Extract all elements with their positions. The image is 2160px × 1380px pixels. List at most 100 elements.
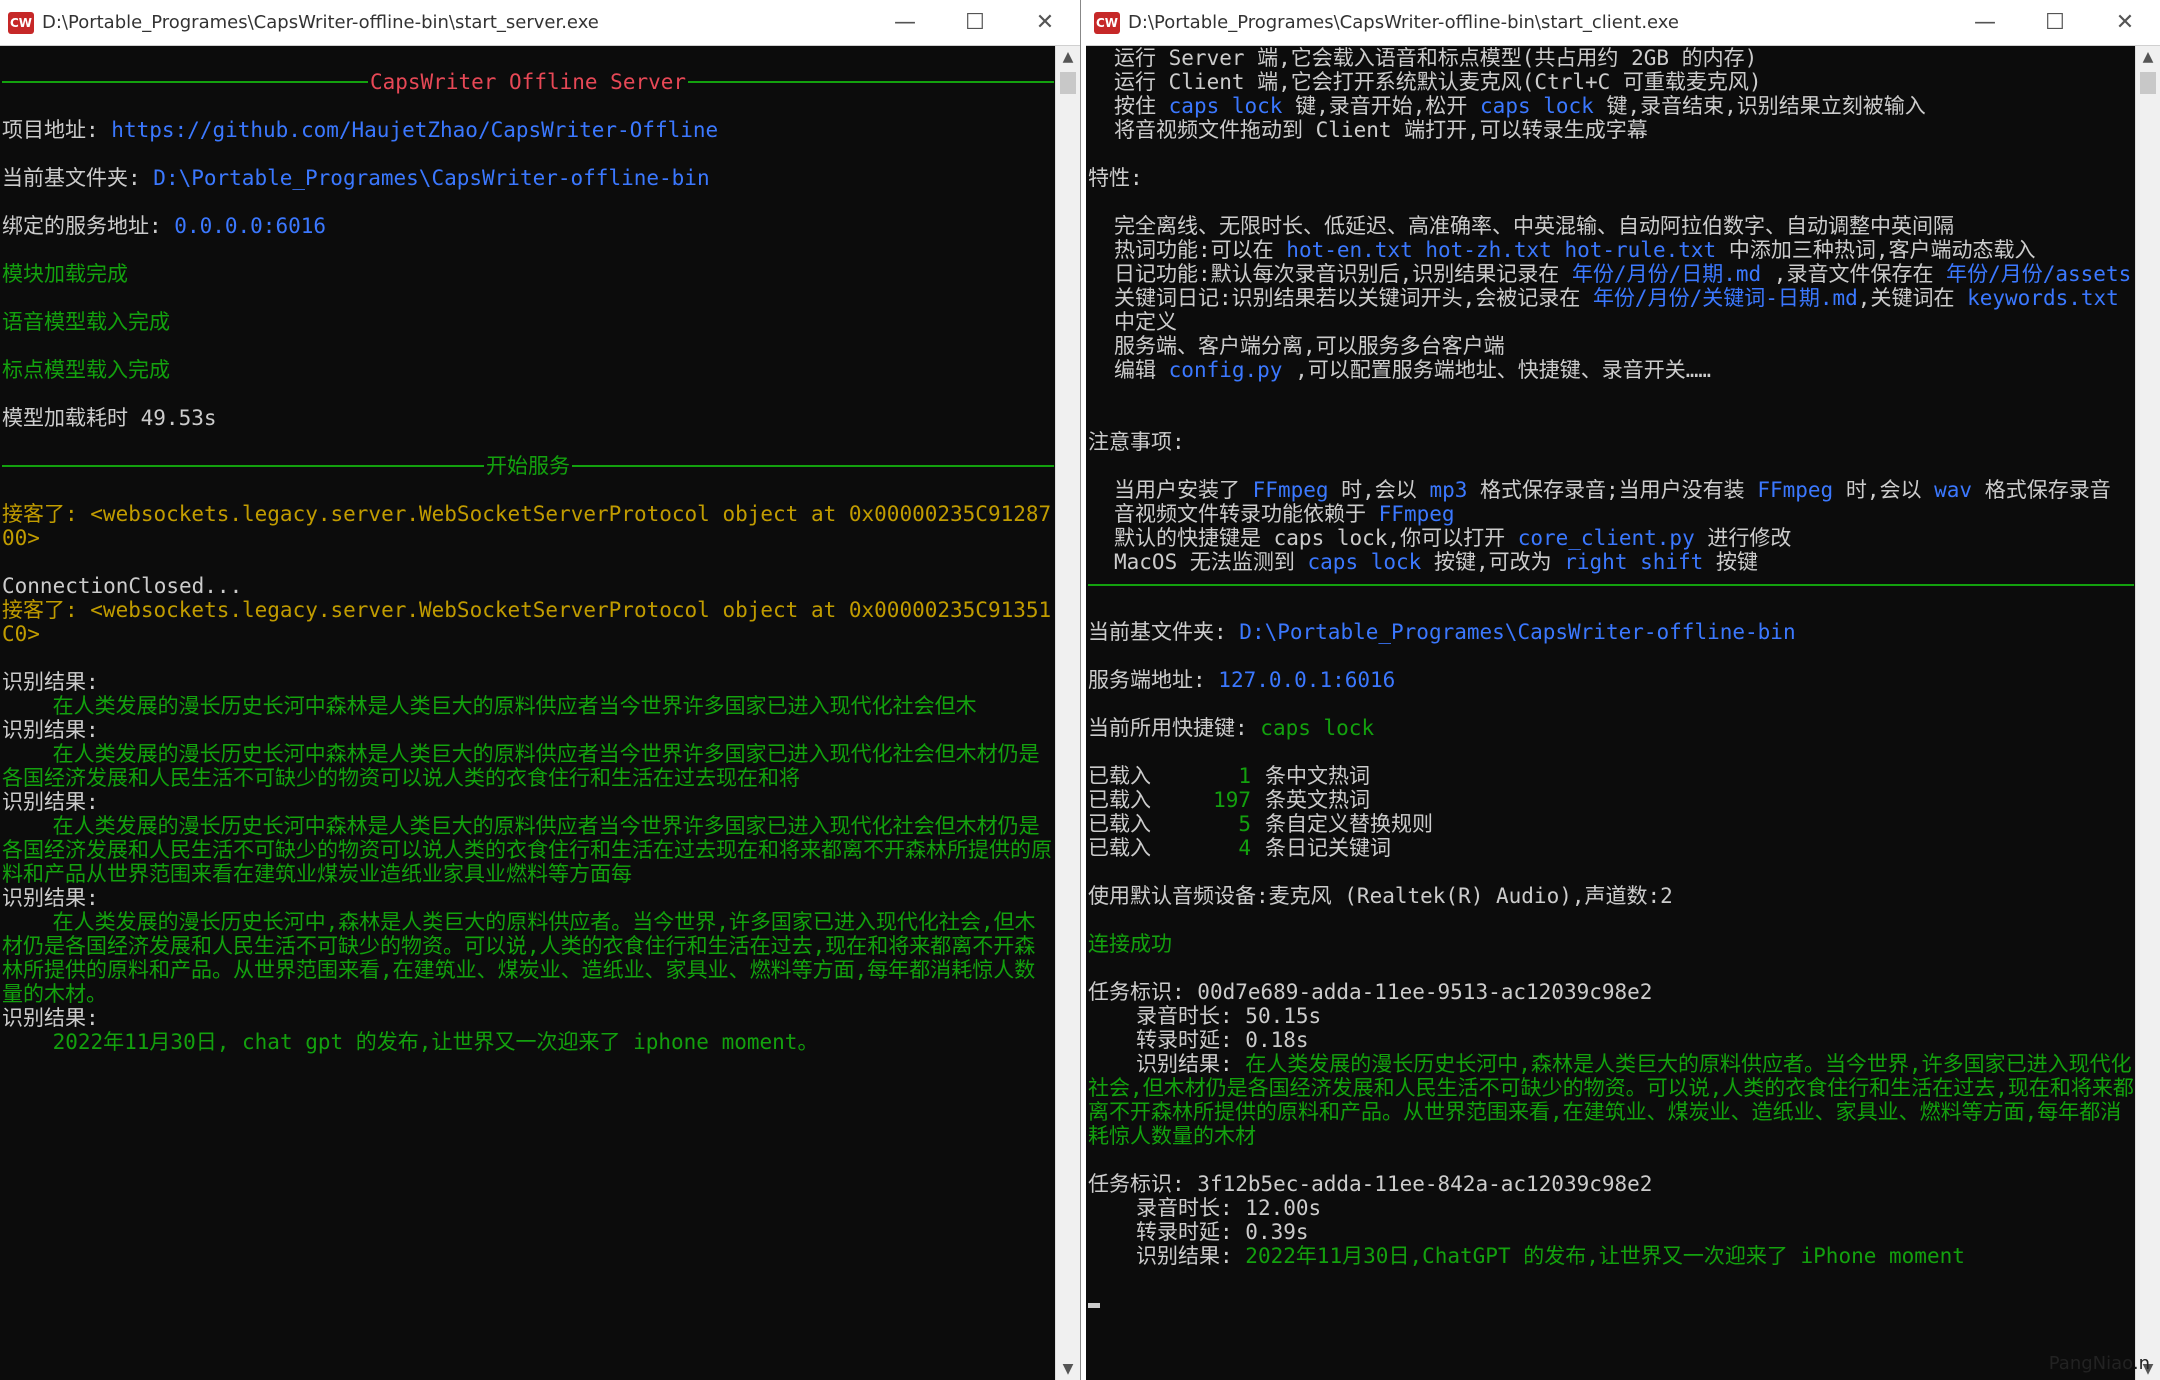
list-number: 3 [1088, 262, 1114, 286]
list-text-segment: wav [1934, 478, 1973, 502]
list-text-segment: 编辑 [1114, 358, 1169, 382]
task-result-label: 识别结果: [1136, 1052, 1246, 1076]
result-label: 识别结果: [2, 670, 99, 694]
features-label: 特性: [1088, 166, 1143, 190]
result-text: 在人类发展的漫长历史长河中,森林是人类巨大的原料供应者。当今世界,许多国家已进入… [2, 910, 1036, 1006]
server-header-divider: CapsWriter Offline Server [2, 70, 1055, 94]
note-item: 2音视频文件转录功能依赖于 FFmpeg [1088, 502, 2134, 526]
loaded-label: 已载入 [1088, 788, 1151, 812]
punc-model-loaded-text: 标点模型载入完成 [2, 358, 170, 382]
task-id-row: 任务标识: 3f12b5ec-adda-11ee-842a-ac12039c98… [1088, 1172, 2134, 1196]
task-result-row: 识别结果: 在人类发展的漫长历史长河中,森林是人类巨大的原料供应者。当今世界,许… [1088, 1052, 2134, 1148]
list-text-segment: ,可以配置服务端地址、快捷键、录音开关…… [1282, 358, 1712, 382]
result-label: 识别结果: [2, 790, 99, 814]
hotkey-value: caps lock [1260, 716, 1375, 740]
list-text-segment: ,录音文件保存在 [1761, 262, 1947, 286]
feature-item: 6编辑 config.py ,可以配置服务端地址、快捷键、录音开关…… [1088, 358, 2134, 382]
list-text-segment: caps lock [1307, 550, 1422, 574]
maximize-icon[interactable]: ☐ [940, 0, 1010, 45]
list-text-segment: 进行修改 [1694, 526, 1792, 550]
list-text-segment: FFmpeg [1252, 478, 1329, 502]
loaded-count: 1 [1238, 764, 1251, 788]
load-time-text: 模型加载耗时 49.53s [2, 406, 217, 430]
list-text-segment: 年份/月份/关键词-日期.md [1592, 286, 1858, 310]
minimize-icon[interactable]: — [1950, 0, 2020, 45]
list-text-segment: 格式保存录音 [1972, 478, 2111, 502]
usage-item: 3按住 caps lock 键,录音开始,松开 caps lock 键,录音结束… [1088, 94, 2134, 118]
minimize-icon[interactable]: — [870, 0, 940, 45]
project-url-link[interactable]: https://github.com/HaujetZhao/CapsWriter… [111, 118, 718, 142]
list-text-segment: config.py [1168, 358, 1283, 382]
loaded-count-row: 已载入 5 条自定义替换规则 [1088, 812, 2134, 836]
list-text-segment: 键,录音结束,识别结果立刻被输入 [1593, 94, 1926, 118]
list-text-segment: MacOS 无法监测到 [1114, 550, 1308, 574]
list-text-segment: 格式保存录音;当用户没有装 [1467, 478, 1758, 502]
scroll-thumb[interactable] [1060, 72, 1076, 94]
server-scrollbar[interactable]: ▲ ▼ [1055, 46, 1080, 1380]
feature-item: 4关键词日记:识别结果若以关键词开头,会被记录在 年份/月份/关键词-日期.md… [1088, 286, 2134, 334]
result-text: 在人类发展的漫长历史长河中森林是人类巨大的原料供应者当今世界许多国家已进入现代化… [2, 742, 1040, 790]
module-loaded-text: 模块加载完成 [2, 262, 128, 286]
result-text: 2022年11月30日, chat gpt 的发布,让世界又一次迎来了 ipho… [2, 1030, 819, 1054]
scroll-down-icon[interactable]: ▼ [1056, 1358, 1080, 1380]
loaded-kind: 条英文热词 [1265, 788, 1370, 812]
list-number: 2 [1088, 502, 1114, 526]
note-item: 1当用户安装了 FFmpeg 时,会以 mp3 格式保存录音;当用户没有装 FF… [1088, 478, 2134, 502]
result-text: 在人类发展的漫长历史长河中森林是人类巨大的原料供应者当今世界许多国家已进入现代化… [2, 694, 977, 718]
list-number: 4 [1088, 550, 1114, 574]
list-text-segment: keywords.txt [1967, 286, 2119, 310]
list-text-segment: FFmpeg [1757, 478, 1834, 502]
list-number: 4 [1088, 118, 1114, 142]
client-titlebar[interactable]: CW D:\Portable_Programes\CapsWriter-offl… [1086, 0, 2160, 46]
task-result-label: 识别结果: [1136, 1244, 1246, 1268]
list-text-segment: 音视频文件转录功能依赖于 [1114, 502, 1379, 526]
list-text-segment: 年份/月份/assets [1946, 262, 2132, 286]
feature-item: 2热词功能:可以在 hot-en.txt hot-zh.txt hot-rule… [1088, 238, 2134, 262]
task-latency-label: 转录时延: [1136, 1220, 1246, 1244]
scroll-up-icon[interactable]: ▲ [2136, 46, 2160, 68]
task-result-row: 识别结果: 2022年11月30日,ChatGPT 的发布,让世界又一次迎来了 … [1088, 1244, 2134, 1268]
maximize-icon[interactable]: ☐ [2020, 0, 2090, 45]
scroll-up-icon[interactable]: ▲ [1056, 46, 1080, 68]
list-number: 2 [1088, 70, 1114, 94]
client-window-title: D:\Portable_Programes\CapsWriter-offline… [1128, 12, 1679, 33]
usage-item: 1运行 Server 端,它会载入语音和标点模型(共占用约 2GB 的内存) [1088, 46, 2134, 70]
list-text-segment: 运行 Server 端,它会载入语音和标点模型(共占用约 2GB 的内存) [1114, 46, 1758, 70]
client-scrollbar[interactable]: ▲ ▼ [2135, 46, 2160, 1380]
list-text-segment: 时,会以 [1328, 478, 1430, 502]
loaded-count: 5 [1238, 812, 1251, 836]
client-console-output[interactable]: 1运行 Server 端,它会载入语音和标点模型(共占用约 2GB 的内存)2运… [1086, 46, 2136, 1380]
scroll-thumb[interactable] [2140, 72, 2156, 94]
notes-list: 1当用户安装了 FFmpeg 时,会以 mp3 格式保存录音;当用户没有装 FF… [1088, 478, 2134, 574]
connection-closed-text: ConnectionClosed... [2, 574, 243, 598]
list-text-segment: core_client.py [1517, 526, 1695, 550]
list-text-segment: 服务端、客户端分离,可以服务多台客户端 [1114, 334, 1505, 358]
server-console-output[interactable]: CapsWriter Offline Server 项目地址: https://… [0, 46, 1056, 1380]
server-console-window[interactable]: CW D:\Portable_Programes\CapsWriter-offl… [0, 0, 1081, 1380]
task-duration: 12.00s [1245, 1196, 1322, 1220]
close-icon[interactable]: ✕ [2090, 0, 2160, 45]
loaded-label: 已载入 [1088, 764, 1151, 788]
server-titlebar[interactable]: CW D:\Portable_Programes\CapsWriter-offl… [0, 0, 1080, 46]
server-window-title: D:\Portable_Programes\CapsWriter-offline… [42, 12, 599, 33]
console-cursor [1088, 1302, 1100, 1308]
list-text-segment: 按住 [1114, 94, 1169, 118]
list-text-segment: right shift [1564, 550, 1704, 574]
speech-model-loaded-text: 语音模型载入完成 [2, 310, 170, 334]
close-icon[interactable]: ✕ [1010, 0, 1080, 45]
bind-label: 绑定的服务地址: [2, 214, 175, 238]
list-text-segment: 年份/月份/日期.md [1571, 262, 1762, 286]
note-item: 4MacOS 无法监测到 caps lock 按键,可改为 right shif… [1088, 550, 2134, 574]
list-text-segment: 日记功能:默认每次录音识别后,识别结果记录在 [1114, 262, 1572, 286]
task-duration-row: 录音时长: 12.00s [1088, 1196, 2134, 1220]
list-text-segment: 完全离线、无限时长、低延迟、高准确率、中英混输、自动阿拉伯数字、自动调整中英间隔 [1114, 214, 1954, 238]
client-console-window[interactable]: CW D:\Portable_Programes\CapsWriter-offl… [1086, 0, 2160, 1380]
features-list: 1完全离线、无限时长、低延迟、高准确率、中英混输、自动阿拉伯数字、自动调整中英间… [1088, 214, 2134, 382]
list-number: 3 [1088, 94, 1114, 118]
list-text-segment: 键,录音开始,松开 [1282, 94, 1481, 118]
start-service-divider: 开始服务 [2, 454, 1054, 478]
loaded-kind: 条自定义替换规则 [1265, 812, 1433, 836]
usage-list: 1运行 Server 端,它会载入语音和标点模型(共占用约 2GB 的内存)2运… [1088, 46, 2134, 142]
list-text-segment: 时,会以 [1833, 478, 1935, 502]
list-number: 2 [1088, 238, 1114, 262]
